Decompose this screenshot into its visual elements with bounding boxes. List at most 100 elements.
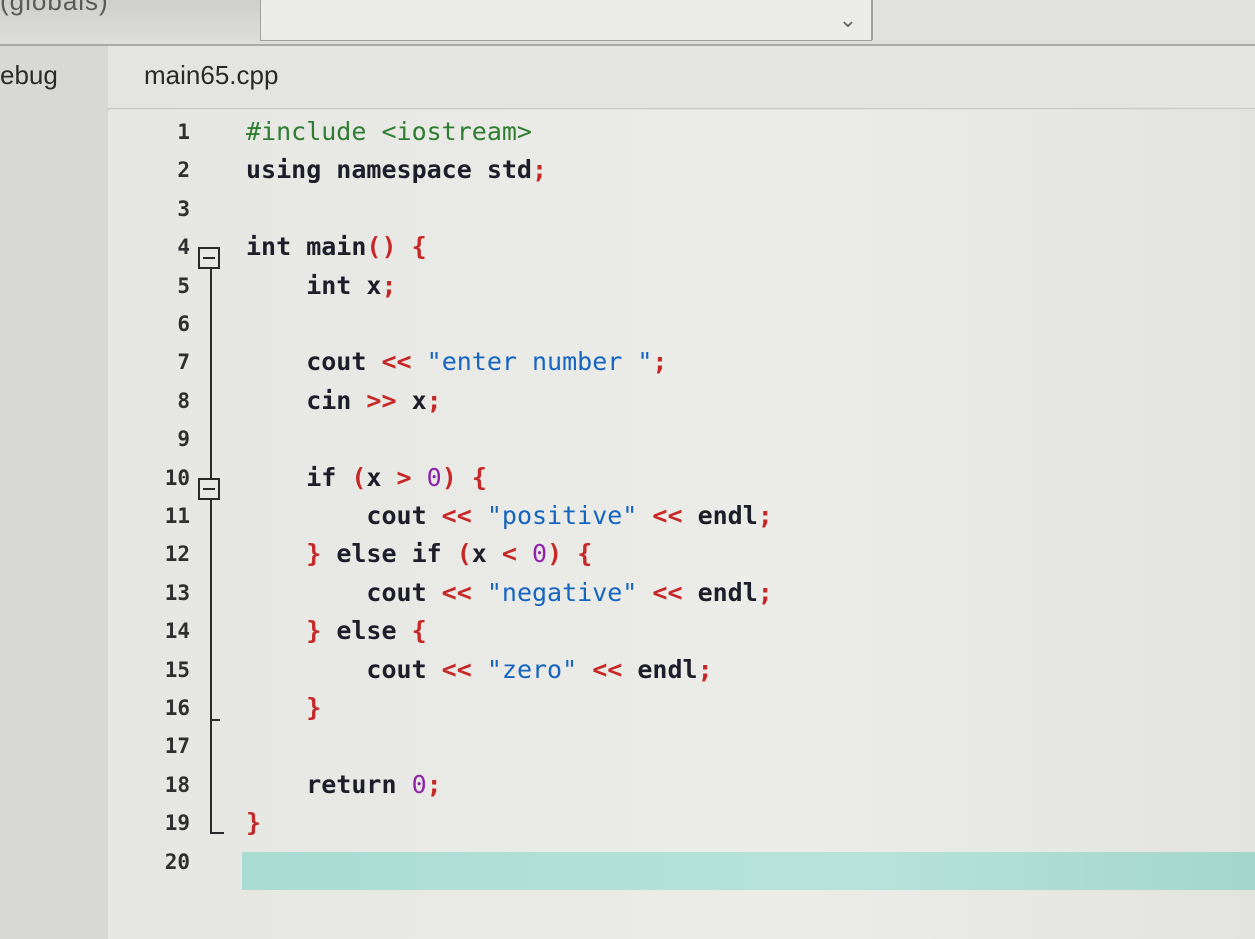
line-number: 16	[164, 696, 190, 720]
code-token: ;	[757, 578, 773, 607]
line-number: 11	[164, 504, 190, 528]
line-number: 6	[177, 312, 190, 336]
line-number: 13	[164, 581, 190, 605]
line-number: 19	[164, 811, 190, 835]
code-token: "negative"	[486, 578, 638, 607]
code-token: >>	[366, 386, 397, 415]
code-token: x	[471, 539, 502, 568]
code-token: <<	[441, 578, 472, 607]
code-token: 0	[426, 463, 442, 492]
code-line[interactable]: } else {	[246, 616, 427, 650]
code-line[interactable]: if (x > 0) {	[246, 463, 487, 497]
code-token: <<	[592, 655, 623, 684]
line-number: 5	[177, 274, 190, 298]
fold-end-if	[210, 719, 220, 721]
code-token: }	[246, 539, 337, 568]
code-token: ) {	[547, 539, 593, 568]
code-token: cin	[246, 386, 367, 415]
code-token: cout	[246, 578, 442, 607]
line-number: 12	[164, 542, 190, 566]
code-token: if	[246, 463, 352, 492]
code-token: ;	[426, 386, 442, 415]
code-line[interactable]: int x;	[246, 271, 397, 305]
code-token: endl	[682, 578, 758, 607]
line-number: 14	[164, 619, 190, 643]
code-line[interactable]: using namespace std;	[246, 155, 547, 189]
code-token: else	[336, 616, 412, 645]
code-token: <<	[381, 347, 412, 376]
ide-window: (globals) ⌄ ebug main65.cpp 1 2 3 4 5 6 7 8 9 10 1…	[0, 0, 1255, 939]
code-token: using namespace std	[246, 155, 532, 184]
left-panel: ebug	[0, 46, 109, 939]
line-number: 9	[177, 427, 190, 451]
code-token: (	[351, 463, 367, 492]
code-token: endl	[682, 501, 758, 530]
code-token: cout	[246, 501, 442, 530]
scope-select[interactable]: ⌄	[260, 0, 872, 41]
line-number: 3	[177, 197, 190, 221]
current-line-highlight	[242, 852, 1255, 890]
code-token: ;	[426, 770, 442, 799]
code-token: int x	[246, 271, 382, 300]
code-line[interactable]: return 0;	[246, 770, 442, 804]
code-editor[interactable]: 1 2 3 4 5 6 7 8 9 10 11 12 13 14 15 16 17 18 19 20 #include…	[108, 110, 1255, 939]
code-token: cout	[246, 347, 382, 376]
line-number: 1	[177, 120, 190, 144]
code-token: ;	[531, 155, 548, 184]
line-number: 7	[177, 350, 190, 374]
code-line[interactable]: cout << "enter number ";	[246, 347, 667, 381]
code-line[interactable]: int main() {	[246, 232, 427, 266]
chevron-down-icon[interactable]: ⌄	[833, 6, 863, 34]
file-tab-main65[interactable]: main65.cpp	[144, 60, 278, 91]
globals-label: (globals)	[0, 0, 109, 16]
code-token: <<	[441, 501, 472, 530]
code-token: <<	[652, 501, 683, 530]
debug-tab[interactable]: ebug	[0, 60, 58, 91]
code-token: 0	[411, 770, 427, 799]
code-token: 0	[532, 539, 548, 568]
code-token: return	[246, 770, 412, 799]
code-line[interactable]: cout << "zero" << endl;	[246, 655, 713, 689]
fold-toggle-if-icon[interactable]	[198, 478, 220, 500]
code-token: cout	[246, 655, 442, 684]
file-tabbar: main65.cpp	[108, 46, 1255, 109]
code-token: ;	[381, 271, 397, 300]
line-number: 15	[164, 658, 190, 682]
code-line[interactable]: } else if (x < 0) {	[246, 539, 592, 573]
code-token: {	[411, 616, 427, 645]
code-line[interactable]: cout << "negative" << endl;	[246, 578, 773, 612]
code-token: int main	[246, 232, 367, 261]
line-number: 10	[164, 466, 190, 490]
code-line[interactable]: #include <iostream>	[246, 117, 532, 151]
code-line[interactable]: }	[246, 808, 261, 842]
line-number: 20	[164, 850, 190, 874]
code-token: "zero"	[486, 655, 578, 684]
code-line[interactable]: cout << "positive" << endl;	[246, 501, 772, 535]
code-line[interactable]: }	[246, 693, 321, 727]
fold-end-main	[210, 832, 224, 834]
code-token: }	[246, 693, 322, 722]
code-token: <	[501, 539, 517, 568]
code-line[interactable]: cin >> x;	[246, 386, 442, 420]
code-token: >	[396, 463, 412, 492]
line-number: 2	[177, 158, 190, 182]
code-token: endl	[622, 655, 698, 684]
code-token: "enter number "	[426, 347, 653, 376]
code-token: ) {	[441, 463, 487, 492]
code-token: }	[246, 616, 337, 645]
toolbar: (globals) ⌄	[0, 0, 1255, 46]
code-token: (	[456, 539, 472, 568]
code-token: ;	[697, 655, 713, 684]
fold-guide-main	[210, 262, 212, 833]
code-token: <<	[652, 578, 683, 607]
fold-toggle-main-icon[interactable]	[198, 247, 220, 269]
code-token: ;	[652, 347, 668, 376]
toolbar-right-area	[872, 0, 1255, 40]
